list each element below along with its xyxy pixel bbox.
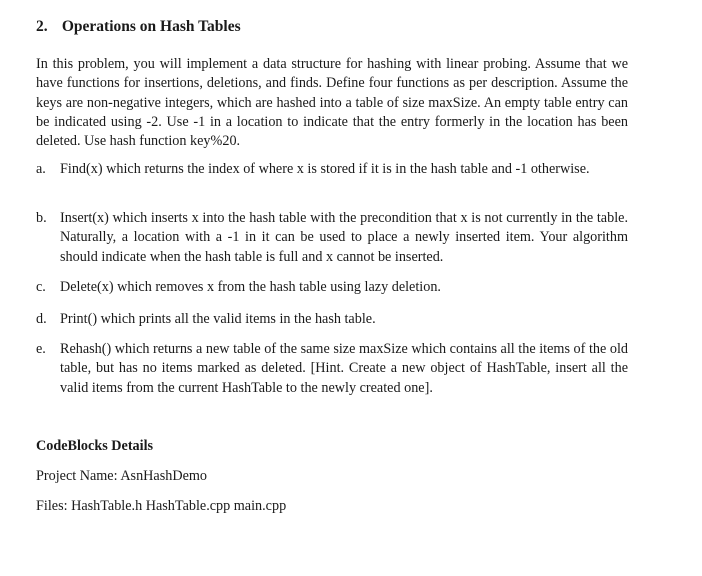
section-title: Operations on Hash Tables — [61, 18, 241, 35]
list-item-text: Find(x) which returns the index of where… — [60, 161, 590, 177]
list-item-delete: c. Delete(x) which removes x from the ha… — [36, 278, 628, 297]
list-item-print: d. Print() which prints all the valid it… — [36, 310, 628, 329]
list-item-text: Print() which prints all the valid items… — [60, 311, 376, 327]
list-item-text: Delete(x) which removes x from the hash … — [60, 279, 441, 295]
list-item-text: Rehash() which returns a new table of th… — [60, 341, 628, 396]
list-marker: c. — [36, 279, 46, 295]
list-marker: a. — [36, 161, 46, 177]
project-name: Project Name: AsnHashDemo — [36, 468, 208, 484]
list-item-find: a. Find(x) which returns the index of wh… — [36, 160, 628, 179]
list-marker: d. — [36, 311, 47, 327]
intro-paragraph: In this problem, you will implement a da… — [36, 56, 628, 150]
section-number: 2. — [36, 18, 48, 35]
details-heading: CodeBlocks Details — [36, 438, 154, 454]
list-marker: b. — [36, 210, 47, 226]
files-list: Files: HashTable.h HashTable.cpp main.cp… — [36, 498, 287, 514]
section-heading: 2. Operations on Hash Tables — [36, 18, 241, 36]
list-item-rehash: e. Rehash() which returns a new table of… — [36, 340, 628, 398]
list-marker: e. — [36, 341, 46, 357]
list-item-insert: b. Insert(x) which inserts x into the ha… — [36, 209, 628, 267]
list-item-text: Insert(x) which inserts x into the hash … — [60, 210, 628, 265]
